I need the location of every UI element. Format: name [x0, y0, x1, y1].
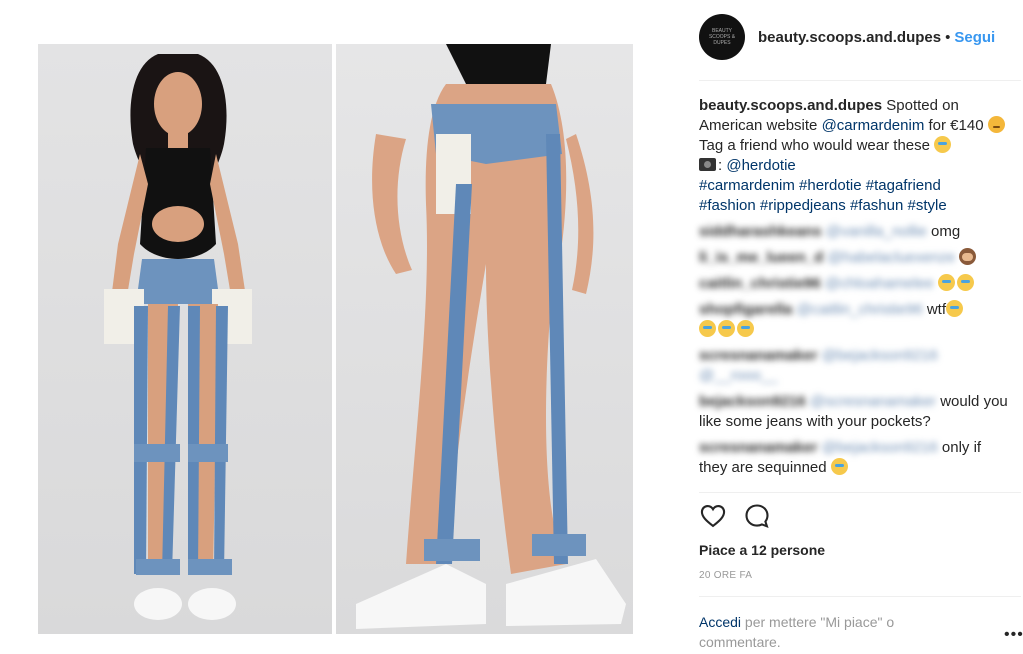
- comment-mention[interactable]: @habelacluexenze: [827, 249, 955, 266]
- tears-of-joy-icon: [956, 274, 974, 291]
- comment-username[interactable]: li_is_me_lueen_d: [699, 249, 823, 266]
- comments-list: beauty.scoops.and.dupes Spotted on Ameri…: [699, 96, 1009, 478]
- caption-mention-carmardenim[interactable]: @carmardenim: [822, 117, 925, 134]
- post-username[interactable]: beauty.scoops.and.dupes: [758, 29, 941, 46]
- camera-icon: [699, 158, 716, 171]
- caption-text-price: for €140: [928, 117, 984, 134]
- caption-hashtags-2[interactable]: #fashion #rippedjeans #fashun #style: [699, 197, 947, 214]
- photo-left-model: [38, 44, 332, 634]
- divider: [699, 596, 1021, 597]
- comment-mention[interactable]: @bejackson9216: [822, 439, 938, 456]
- header-separator: •: [945, 28, 951, 46]
- caption-username[interactable]: beauty.scoops.and.dupes: [699, 97, 882, 114]
- follow-button[interactable]: Segui: [954, 29, 995, 46]
- comment-mention[interactable]: @caitlin_christie96: [797, 301, 923, 318]
- heart-icon: [700, 505, 726, 528]
- photo-right-legs: [336, 44, 633, 634]
- tears-of-joy-icon: [830, 458, 848, 475]
- post-sidebar: BEAUTY SCOOPS & DUPES beauty.scoops.and.…: [699, 0, 1023, 654]
- comment-username[interactable]: siddharashkeans: [699, 223, 822, 240]
- comment-username[interactable]: shopfigarella: [699, 301, 792, 318]
- avatar-text: BEAUTY SCOOPS & DUPES: [708, 28, 736, 46]
- tears-of-joy-icon: [718, 320, 735, 337]
- post-timestamp: 20 ORE FA: [699, 570, 753, 581]
- comment-item: scresnanamaker @bejackson9216 @__rooo__: [699, 346, 1009, 386]
- comment-item: siddharashkeans @vanilla_nollie omg: [699, 222, 1009, 242]
- comment-item: scresnanamaker @bejackson9216 only if th…: [699, 438, 1009, 478]
- caption-mention-herdotie[interactable]: @herdotie: [726, 157, 795, 174]
- comment-text: omg: [931, 223, 961, 240]
- comment-mention[interactable]: @chloahamelee: [825, 275, 934, 292]
- crying-cat-icon: [934, 136, 952, 153]
- caption-hashtags-1[interactable]: #carmardenim #herdotie #tagafriend: [699, 177, 941, 194]
- login-link[interactable]: Accedi: [699, 614, 741, 630]
- comment-button[interactable]: [743, 502, 771, 530]
- login-prompt: Accedi per mettere "Mi piace" o commenta…: [699, 612, 949, 652]
- comment-username[interactable]: scresnanamaker: [699, 439, 817, 456]
- comment-username[interactable]: caitlin_christie96: [699, 275, 821, 292]
- avatar[interactable]: BEAUTY SCOOPS & DUPES: [699, 14, 745, 60]
- divider: [699, 492, 1021, 493]
- sad-face-icon: [987, 116, 1005, 133]
- comment-text: wtf: [926, 301, 946, 318]
- divider: [699, 80, 1021, 81]
- comment-username[interactable]: bejackson9216: [699, 393, 806, 410]
- post-header: BEAUTY SCOOPS & DUPES beauty.scoops.and.…: [699, 12, 995, 62]
- comment-item: caitlin_christie96 @chloahamelee: [699, 274, 1009, 294]
- comment-item: shopfigarella @caitlin_christie96 wtf: [699, 300, 1009, 340]
- see-no-evil-monkey-icon: [959, 248, 977, 265]
- tears-of-joy-icon: [946, 300, 963, 317]
- post-image[interactable]: [0, 0, 680, 654]
- comment-mention[interactable]: @scresnanamaker: [810, 393, 936, 410]
- post-actions: [699, 502, 771, 530]
- tears-of-joy-icon: [737, 320, 754, 337]
- caption: beauty.scoops.and.dupes Spotted on Ameri…: [699, 96, 1009, 216]
- caption-text-tag: Tag a friend who would wear these: [699, 137, 930, 154]
- comment-bubble-icon: [745, 504, 769, 529]
- comment-item: li_is_me_lueen_d @habelacluexenze: [699, 248, 1009, 268]
- more-options-button[interactable]: •••: [1004, 626, 1023, 644]
- tears-of-joy-icon: [937, 274, 955, 291]
- comment-username[interactable]: scresnanamaker: [699, 347, 817, 364]
- comment-mention[interactable]: @vanilla_nollie: [826, 223, 927, 240]
- likes-count[interactable]: Piace a 12 persone: [699, 542, 825, 558]
- comment-item: bejackson9216 @scresnanamaker would you …: [699, 392, 1009, 432]
- like-button[interactable]: [699, 502, 727, 530]
- tears-of-joy-icon: [699, 320, 716, 337]
